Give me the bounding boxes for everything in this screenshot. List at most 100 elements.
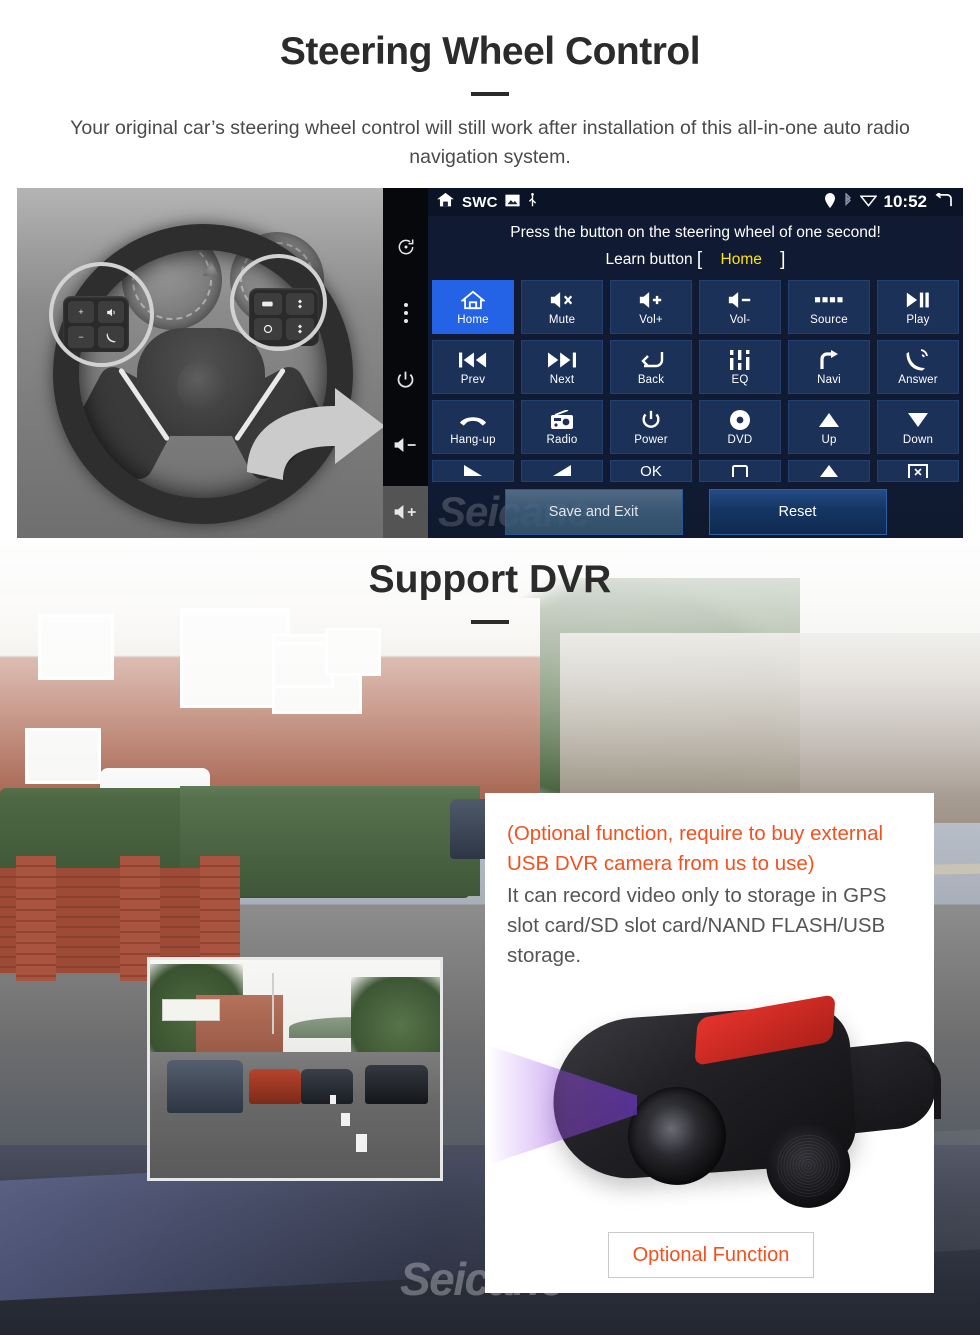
page-title-dvr: Support DVR: [368, 558, 612, 601]
disc-icon: [729, 409, 751, 431]
equalizer-icon: [729, 349, 751, 371]
preview-car: [167, 1060, 243, 1113]
rotate-screen-icon[interactable]: [383, 214, 428, 280]
location-pin-icon: [824, 192, 836, 212]
swc-button-label: Back: [637, 373, 665, 386]
hang-up-icon: [459, 409, 487, 431]
reset-button[interactable]: Reset: [708, 489, 887, 535]
swc-button-label: Up: [821, 433, 837, 446]
home-icon: [461, 289, 485, 311]
swc-button-prev[interactable]: Prev: [432, 340, 514, 394]
camera-lens: [643, 1102, 711, 1170]
swc-button-radio[interactable]: Radio: [521, 400, 603, 454]
head-unit-screen: SWC 10:52 Press the button on the steeri…: [383, 188, 963, 538]
preview-car: [300, 1069, 353, 1104]
power-icon[interactable]: [383, 346, 428, 412]
swc-button-dvd[interactable]: DVD: [699, 400, 781, 454]
page-title: Steering Wheel Control: [279, 30, 701, 73]
swc-button-square[interactable]: [699, 460, 781, 482]
close-box-icon: [908, 464, 928, 478]
preview-car: [248, 1069, 301, 1104]
brick-pillar: [16, 856, 56, 981]
home-icon[interactable]: [436, 192, 455, 212]
volume-up-icon[interactable]: [383, 486, 428, 538]
dvr-body-text: It can record video only to storage in G…: [507, 884, 887, 967]
steering-wheel-media-strip: + − SWC 10:52 Press the button on the st…: [17, 188, 963, 538]
preview-car: [364, 1064, 429, 1104]
head-unit-sidebar: [383, 188, 428, 538]
status-bar-left: SWC: [436, 192, 538, 212]
swc-button-label: Radio: [546, 433, 578, 446]
swc-button-label: Play: [906, 313, 930, 326]
swc-button-label: Answer: [898, 373, 938, 386]
triangle-up-icon: [819, 464, 839, 478]
swc-button-back[interactable]: Back: [610, 340, 692, 394]
status-app-label: SWC: [462, 193, 498, 211]
previous-track-icon: [459, 349, 487, 371]
volume-down-icon: [727, 289, 753, 311]
learn-bracket-open: [: [696, 249, 703, 270]
dashcam-video-preview: [147, 957, 443, 1181]
swc-button-up[interactable]: Up: [788, 400, 870, 454]
navigation-arrow-icon: [818, 349, 840, 371]
swc-button-mute[interactable]: Mute: [521, 280, 603, 334]
usb-cable: [895, 1055, 941, 1119]
triangle-up-icon: [818, 409, 840, 431]
swc-button-label: Vol+: [639, 313, 663, 326]
triangle-right-icon: [552, 464, 572, 478]
swc-button-label: Home: [457, 313, 489, 326]
product-detail-page: Steering Wheel Control Your original car…: [0, 0, 980, 1335]
radio-icon: [550, 409, 574, 431]
play-pause-icon: [905, 289, 931, 311]
next-track-icon: [548, 349, 576, 371]
steering-wheel-photo: + −: [17, 188, 383, 538]
swc-button-volume-up[interactable]: Vol+: [610, 280, 692, 334]
swc-button-label: Hang-up: [450, 433, 496, 446]
swc-button-left[interactable]: [432, 460, 514, 482]
preview-lamp-post: [271, 973, 274, 1035]
learn-button-row: Learn button [ Home ]: [428, 242, 963, 271]
status-clock: 10:52: [883, 192, 927, 211]
swc-button-close[interactable]: [877, 460, 959, 482]
learn-button-label: Learn button: [605, 251, 693, 268]
volume-down-icon[interactable]: [383, 412, 428, 478]
triangle-left-icon: [463, 464, 483, 478]
swc-button-label: Power: [634, 433, 668, 446]
swc-instruction-text: Press the button on the steering wheel o…: [510, 224, 881, 241]
swc-button-label: EQ: [731, 373, 749, 386]
more-options-icon[interactable]: [383, 280, 428, 346]
swc-button-power[interactable]: Power: [610, 400, 692, 454]
camera-speaker: [763, 1121, 854, 1211]
swc-button-label: Mute: [548, 313, 576, 326]
swc-button-volume-down[interactable]: Vol-: [699, 280, 781, 334]
swc-button-answer[interactable]: Answer: [877, 340, 959, 394]
save-and-exit-button[interactable]: Save and Exit: [504, 489, 683, 535]
swc-button-hangup[interactable]: Hang-up: [432, 400, 514, 454]
swc-button-label: Prev: [460, 373, 486, 386]
swc-button-right[interactable]: [521, 460, 603, 482]
optional-function-button[interactable]: Optional Function: [608, 1232, 814, 1278]
swc-button-down[interactable]: Down: [877, 400, 959, 454]
square-icon: [732, 464, 748, 478]
swc-button-ok[interactable]: OK: [610, 460, 692, 482]
swc-button-navi[interactable]: Navi: [788, 340, 870, 394]
swc-button-eq[interactable]: EQ: [699, 340, 781, 394]
swc-button-play[interactable]: Play: [877, 280, 959, 334]
swc-button-next[interactable]: Next: [521, 340, 603, 394]
bluetooth-icon: [843, 191, 853, 212]
preview-lane-marking: [355, 1134, 368, 1152]
swc-button-label: Vol-: [729, 313, 751, 326]
source-icon: [815, 289, 843, 311]
swc-button-up-2[interactable]: [788, 460, 870, 482]
swc-button-label: Source: [810, 313, 848, 326]
swc-button-label: DVD: [727, 433, 753, 446]
swc-button-label: Navi: [817, 373, 841, 386]
pointing-arrow-icon: [247, 388, 383, 480]
swc-button-home[interactable]: Home: [432, 280, 514, 334]
learn-button-value: Home: [720, 251, 762, 268]
status-bar-right: 10:52: [824, 190, 953, 212]
swc-button-source[interactable]: Source: [788, 280, 870, 334]
back-arrow-icon[interactable]: [934, 190, 953, 212]
volume-up-icon: [638, 289, 664, 311]
dvr-warning-text: (Optional function, require to buy exter…: [507, 822, 884, 875]
